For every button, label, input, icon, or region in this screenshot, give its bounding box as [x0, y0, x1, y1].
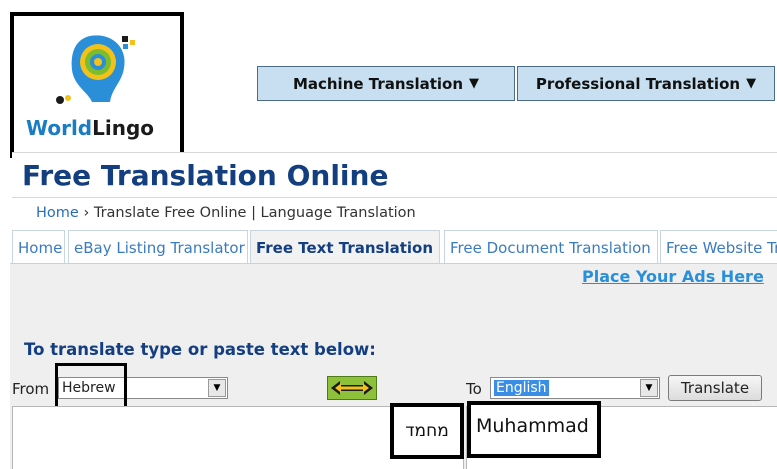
logo-world-text: World — [26, 116, 93, 140]
breadcrumb-separator: › — [83, 205, 90, 221]
translate-button[interactable]: Translate — [668, 375, 762, 401]
highlight-outline-from — [55, 363, 127, 409]
tab-free-website-translation[interactable]: Free Website Translation — [660, 230, 777, 264]
tab-home[interactable]: Home — [12, 230, 65, 264]
translated-text: Muhammad — [467, 401, 601, 458]
page-title: Free Translation Online — [22, 159, 389, 192]
translate-instruction: To translate type or paste text below: — [24, 340, 376, 359]
tab-free-text-translation[interactable]: Free Text Translation — [250, 230, 440, 264]
to-language-select[interactable]: English ▼ — [490, 377, 660, 399]
title-band: Free Translation Online — [12, 152, 777, 198]
breadcrumb: Home › Translate Free Online | Language … — [36, 205, 416, 221]
logo-lingo-text: Lingo — [92, 116, 155, 140]
worldlingo-logo[interactable]: WorldLingo — [10, 12, 184, 158]
chevron-down-icon[interactable]: ▼ — [208, 379, 226, 397]
professional-translation-label: Professional Translation — [535, 74, 741, 93]
machine-translation-label: Machine Translation — [292, 74, 464, 93]
tab-free-document-translation[interactable]: Free Document Translation — [444, 230, 658, 264]
logo-wordmark: WorldLingo — [26, 116, 154, 140]
breadcrumb-current: Translate Free Online | Language Transla… — [93, 205, 416, 221]
from-label: From — [12, 380, 50, 398]
logo-swirl-icon — [56, 35, 135, 104]
tab-bar: Home eBay Listing Translator Free Text T… — [10, 230, 777, 264]
to-language-value: English — [494, 380, 549, 396]
chevron-down-icon: ▼ — [469, 76, 480, 91]
chevron-down-icon: ▼ — [746, 76, 757, 91]
tab-ebay-listing-translator[interactable]: eBay Listing Translator — [68, 230, 248, 264]
swap-languages-button[interactable] — [327, 376, 377, 400]
place-ads-link[interactable]: Place Your Ads Here — [582, 267, 764, 286]
chevron-down-icon[interactable]: ▼ — [640, 379, 658, 397]
machine-translation-menu-button[interactable]: Machine Translation ▼ — [257, 66, 515, 101]
to-label: To — [466, 380, 482, 398]
professional-translation-menu-button[interactable]: Professional Translation ▼ — [517, 66, 775, 101]
source-text: מחמד — [390, 403, 464, 459]
swap-arrows-icon — [331, 381, 373, 395]
breadcrumb-home-link[interactable]: Home — [36, 205, 79, 221]
